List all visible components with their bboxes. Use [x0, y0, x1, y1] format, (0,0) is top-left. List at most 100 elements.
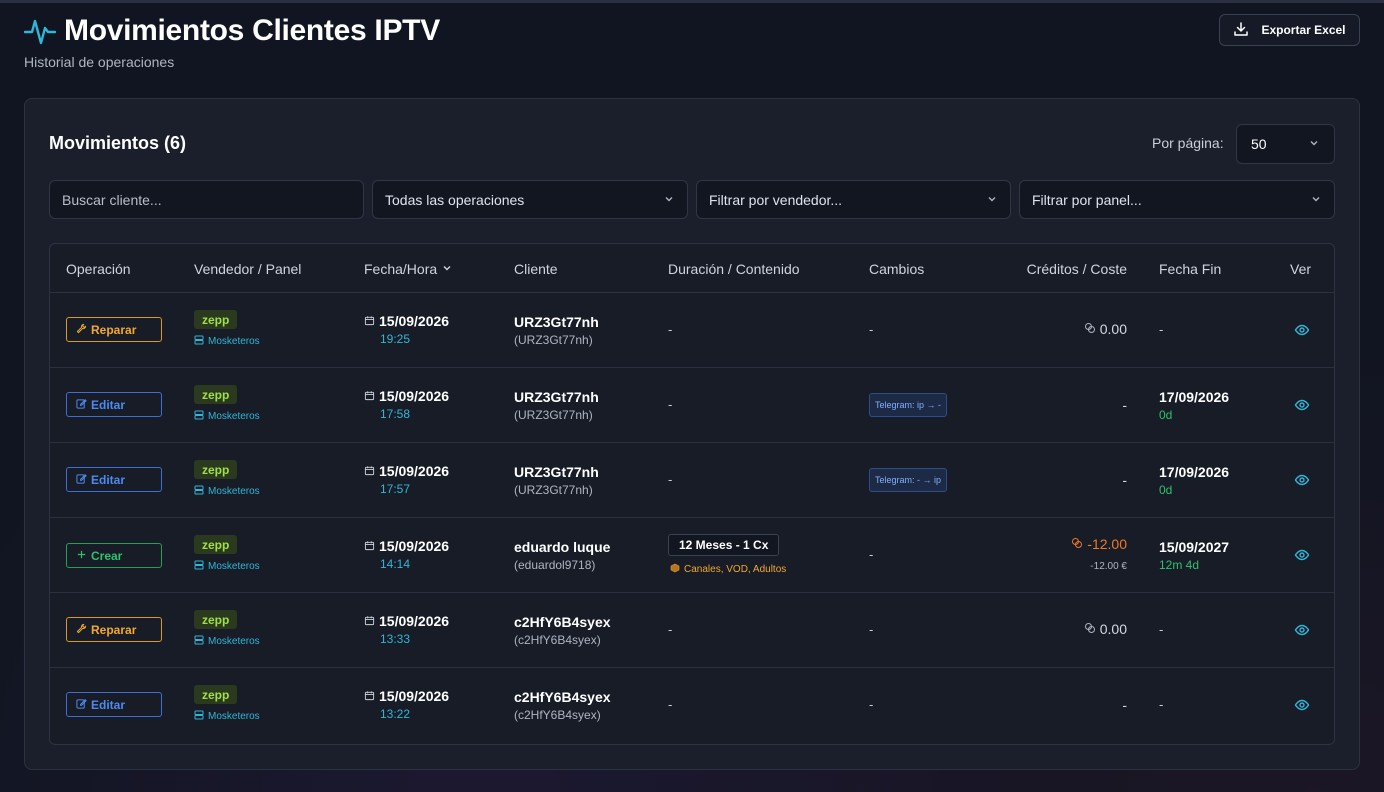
search-client-input[interactable]: [62, 191, 351, 208]
credits-value: 0.00: [1084, 621, 1127, 637]
column-header-client[interactable]: Cliente: [514, 261, 558, 277]
column-header-duration-content[interactable]: Duración / Contenido: [668, 261, 800, 277]
table-row: Editar zepp Mosketeros 15/09/2026 17:57 URZ3G…: [50, 443, 1334, 518]
vendor-badge: zepp: [194, 610, 238, 629]
panel-label: Mosketeros: [208, 636, 260, 647]
calendar-icon: [364, 313, 375, 329]
date-text: 15/09/2026: [379, 463, 450, 479]
view-eye-icon[interactable]: [1294, 697, 1310, 713]
repair-button[interactable]: Reparar: [66, 617, 162, 642]
panel-label: Mosketeros: [208, 486, 260, 497]
column-header-operation[interactable]: Operación: [66, 261, 131, 277]
table-row: Reparar zepp Mosketeros 15/09/2026 13:33 c2Hf…: [50, 593, 1334, 668]
view-eye-icon[interactable]: [1294, 547, 1310, 563]
remaining-time: 12m 4d: [1159, 558, 1200, 572]
panel-name: Mosketeros: [194, 410, 260, 423]
client-username: (c2HfY6B4syex): [514, 708, 601, 722]
column-header-end-date[interactable]: Fecha Fin: [1159, 261, 1221, 277]
top-border: [0, 0, 1384, 3]
operation-date: 15/09/2026: [364, 538, 449, 554]
changes-empty: -: [869, 697, 874, 712]
operation-date: 15/09/2026: [364, 388, 449, 404]
view-eye-icon[interactable]: [1294, 622, 1310, 638]
remaining-time: 0d: [1159, 483, 1173, 497]
operation-time: 17:58: [380, 407, 411, 421]
date-text: 15/09/2026: [379, 538, 450, 554]
credits-empty: -: [1122, 397, 1127, 413]
calendar-icon: [364, 613, 375, 629]
view-eye-icon[interactable]: [1294, 322, 1310, 338]
changes-empty: -: [869, 322, 874, 337]
credits-empty: -: [1122, 472, 1127, 488]
table-row: Reparar zepp Mosketeros 15/09/2026 19:25 URZ3…: [50, 293, 1334, 368]
view-eye-icon[interactable]: [1294, 472, 1310, 488]
cost-value: -12.00 €: [1090, 561, 1127, 572]
edit-button[interactable]: Editar: [66, 692, 162, 717]
plus-icon: [76, 549, 87, 563]
operation-time: 13:33: [380, 632, 411, 646]
operation-label: Reparar: [91, 622, 137, 637]
panel-name: Mosketeros: [194, 560, 260, 573]
vendor-filter-select[interactable]: Filtrar por vendedor...: [696, 180, 1011, 219]
coins-icon: [1071, 536, 1083, 552]
chevron-down-icon: [663, 192, 675, 208]
column-header-credits-cost[interactable]: Créditos / Coste: [1027, 261, 1127, 277]
date-text: 15/09/2026: [379, 613, 450, 629]
calendar-icon: [364, 388, 375, 404]
calendar-icon: [364, 688, 375, 704]
end-date-empty: -: [1159, 322, 1164, 337]
column-header-changes[interactable]: Cambios: [869, 261, 924, 277]
duration-empty: -: [668, 472, 673, 487]
credits-value: -12.00: [1071, 536, 1127, 552]
server-icon: [194, 485, 204, 498]
changes-empty: -: [869, 547, 874, 562]
operation-date: 15/09/2026: [364, 313, 449, 329]
column-header-vendor-panel[interactable]: Vendedor / Panel: [194, 261, 301, 277]
server-icon: [194, 560, 204, 573]
edit-button[interactable]: Editar: [66, 392, 162, 417]
export-excel-button[interactable]: Exportar Excel: [1219, 14, 1360, 46]
column-header-date-time[interactable]: Fecha/Hora: [364, 261, 453, 277]
operations-filter-select[interactable]: Todas las operaciones: [372, 180, 688, 219]
operation-time: 19:25: [380, 332, 411, 346]
operation-time: 14:14: [380, 557, 411, 571]
calendar-icon: [364, 538, 375, 554]
table-row: Editar zepp Mosketeros 15/09/2026 17:58 URZ3G…: [50, 368, 1334, 443]
sort-chevron-down-icon: [441, 261, 453, 277]
movements-card: Movimientos (6) Por página: 50 Todas las…: [24, 98, 1360, 770]
operation-label: Editar: [91, 697, 126, 712]
panel-label: Mosketeros: [208, 336, 260, 347]
repair-button[interactable]: Reparar: [66, 317, 162, 342]
column-header-view: Ver: [1290, 261, 1312, 277]
page-subtitle: Historial de operaciones: [24, 54, 175, 70]
operation-time: 17:57: [380, 482, 411, 496]
client-name: URZ3Gt77nh: [514, 314, 599, 330]
operation-label: Crear: [91, 548, 123, 563]
operation-label: Editar: [91, 397, 126, 412]
edit-button[interactable]: Editar: [66, 467, 162, 492]
client-name: c2HfY6B4syex: [514, 689, 611, 705]
credits-text: -12.00: [1087, 536, 1127, 552]
client-name: c2HfY6B4syex: [514, 614, 611, 630]
client-name: URZ3Gt77nh: [514, 464, 599, 480]
client-username: (URZ3Gt77nh): [514, 333, 593, 347]
panel-filter-select[interactable]: Filtrar por panel...: [1019, 180, 1335, 219]
chevron-down-icon: [986, 192, 998, 208]
date-text: 15/09/2026: [379, 313, 450, 329]
search-client-field[interactable]: [49, 180, 364, 219]
end-date-empty: -: [1159, 622, 1164, 637]
movements-table: Operación Vendedor / Panel Fecha/Hora Cl…: [49, 243, 1335, 745]
create-button[interactable]: Crear: [66, 543, 162, 568]
chevron-down-icon: [1308, 136, 1320, 152]
vendor-badge: zepp: [194, 460, 238, 479]
panel-filter-value: Filtrar por panel...: [1032, 191, 1142, 208]
package-icon: [670, 563, 680, 576]
view-eye-icon[interactable]: [1294, 397, 1310, 413]
title-row: Movimientos Clientes IPTV: [24, 14, 440, 48]
panel-name: Mosketeros: [194, 335, 260, 348]
vendor-filter-value: Filtrar por vendedor...: [709, 191, 843, 208]
changes-badge: Telegram: ip → -: [869, 393, 948, 417]
per-page-select[interactable]: 50: [1236, 124, 1335, 164]
operation-time: 13:22: [380, 707, 411, 721]
table-row: Crear zepp Mosketeros 15/09/2026 14:14 eduard…: [50, 518, 1334, 593]
